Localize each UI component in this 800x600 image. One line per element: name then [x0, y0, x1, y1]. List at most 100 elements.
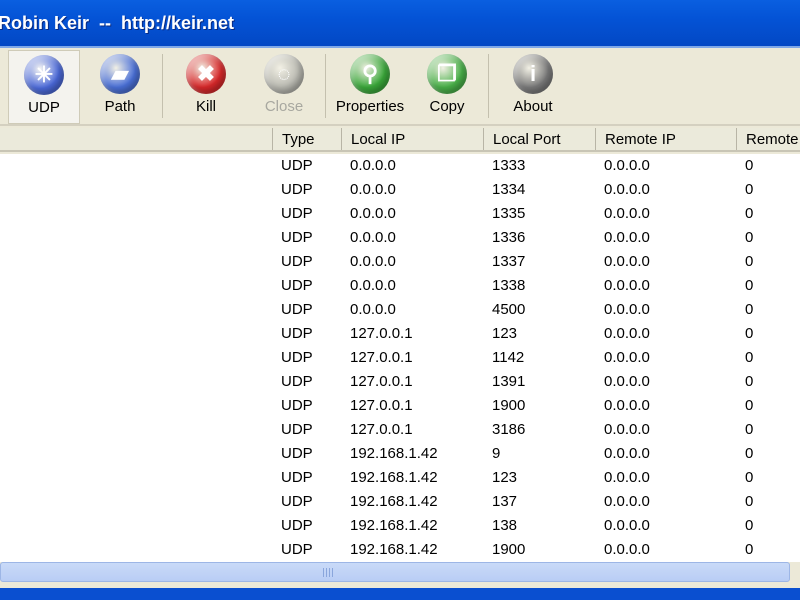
- cell-remote: 0: [745, 181, 754, 198]
- header-remote[interactable]: Remote: [736, 128, 800, 150]
- title-bar: Robin Keir -- http://keir.net: [0, 0, 800, 48]
- cell-type: UDP: [281, 205, 313, 222]
- cell-remote-ip: 0.0.0.0: [604, 181, 650, 198]
- cell-local-port: 1337: [492, 253, 526, 270]
- cell-local-ip: 127.0.0.1: [350, 325, 413, 342]
- folder-icon: ▰: [100, 54, 140, 94]
- table-row[interactable]: UDP 0.0.0.0 1338 0.0.0.0 0: [0, 274, 800, 298]
- cell-local-ip: 0.0.0.0: [350, 229, 396, 246]
- kill-x-icon: ✖: [186, 54, 226, 94]
- cell-remote-ip: 0.0.0.0: [604, 469, 650, 486]
- header-type[interactable]: Type: [272, 128, 341, 150]
- table-row[interactable]: UDP 192.168.1.42 138 0.0.0.0 0: [0, 514, 800, 538]
- cell-local-port: 123: [492, 469, 518, 486]
- cell-type: UDP: [281, 397, 313, 414]
- cell-remote: 0: [745, 325, 754, 342]
- table-row[interactable]: UDP 192.168.1.42 137 0.0.0.0 0: [0, 490, 800, 514]
- table-row[interactable]: UDP 0.0.0.0 1334 0.0.0.0 0: [0, 178, 800, 202]
- cell-remote: 0: [745, 373, 754, 390]
- cell-local-port: 1142: [492, 349, 525, 366]
- button-label: UDP: [28, 99, 60, 116]
- taskbar-edge: [0, 588, 800, 600]
- cell-type: UDP: [281, 229, 313, 246]
- cell-type: UDP: [281, 493, 313, 510]
- cell-type: UDP: [281, 445, 313, 462]
- cell-local-port: 1900: [492, 541, 526, 558]
- scroll-grip[interactable]: [323, 568, 335, 577]
- cell-remote-ip: 0.0.0.0: [604, 253, 650, 270]
- cell-remote-ip: 0.0.0.0: [604, 349, 650, 366]
- column-header: Type Local IP Local Port Remote IP Remote: [0, 128, 800, 152]
- cell-remote: 0: [745, 253, 754, 270]
- toolbar-separator: [325, 54, 326, 118]
- cell-remote-ip: 0.0.0.0: [604, 445, 650, 462]
- cell-remote-ip: 0.0.0.0: [604, 301, 650, 318]
- header-process[interactable]: [0, 128, 272, 150]
- cell-remote-ip: 0.0.0.0: [604, 397, 650, 414]
- cell-remote: 0: [745, 229, 754, 246]
- udp-button[interactable]: ✳ UDP: [8, 50, 80, 124]
- cell-local-port: 1900: [492, 397, 526, 414]
- table-row[interactable]: UDP 192.168.1.42 123 0.0.0.0 0: [0, 466, 800, 490]
- table-row[interactable]: UDP 127.0.0.1 1900 0.0.0.0 0: [0, 394, 800, 418]
- table-row[interactable]: UDP 127.0.0.1 1391 0.0.0.0 0: [0, 370, 800, 394]
- header-local-ip[interactable]: Local IP: [341, 128, 483, 150]
- header-remote-ip[interactable]: Remote IP: [595, 128, 736, 150]
- cell-remote: 0: [745, 397, 754, 414]
- cell-remote-ip: 0.0.0.0: [604, 205, 650, 222]
- cell-local-ip: 0.0.0.0: [350, 181, 396, 198]
- cell-local-port: 123: [492, 325, 518, 342]
- cell-local-port: 4500: [492, 301, 526, 318]
- close-power-icon: ◌: [264, 54, 304, 94]
- table-row[interactable]: UDP 127.0.0.1 3186 0.0.0.0 0: [0, 418, 800, 442]
- about-button[interactable]: i About: [497, 50, 569, 124]
- table-row[interactable]: UDP 0.0.0.0 1336 0.0.0.0 0: [0, 226, 800, 250]
- button-label: Properties: [335, 98, 405, 115]
- table-row[interactable]: UDP 0.0.0.0 4500 0.0.0.0 0: [0, 298, 800, 322]
- cell-local-ip: 127.0.0.1: [350, 397, 413, 414]
- cell-remote: 0: [745, 205, 754, 222]
- cell-remote-ip: 0.0.0.0: [604, 277, 650, 294]
- horizontal-scrollbar[interactable]: [0, 562, 790, 582]
- cell-local-ip: 0.0.0.0: [350, 301, 396, 318]
- toolbar: ✳ UDP ▰ Path ✖ Kill ◌ Close ⚲ Properties ❐ Copy i Abo…: [0, 50, 800, 126]
- cell-local-ip: 0.0.0.0: [350, 157, 396, 174]
- cell-remote-ip: 0.0.0.0: [604, 421, 650, 438]
- properties-button[interactable]: ⚲ Properties: [330, 50, 410, 124]
- cell-local-ip: 0.0.0.0: [350, 205, 396, 222]
- cell-remote-ip: 0.0.0.0: [604, 157, 650, 174]
- cell-local-ip: 0.0.0.0: [350, 277, 396, 294]
- cell-local-ip: 192.168.1.42: [350, 469, 438, 486]
- path-button[interactable]: ▰ Path: [85, 50, 155, 124]
- table-row[interactable]: UDP 0.0.0.0 1333 0.0.0.0 0: [0, 154, 800, 178]
- table-row[interactable]: UDP 192.168.1.42 1900 0.0.0.0 0: [0, 538, 800, 562]
- cell-remote-ip: 0.0.0.0: [604, 229, 650, 246]
- close-button[interactable]: ◌ Close: [248, 50, 320, 124]
- cell-remote-ip: 0.0.0.0: [604, 325, 650, 342]
- cell-type: UDP: [281, 277, 313, 294]
- cell-local-ip: 192.168.1.42: [350, 541, 438, 558]
- cell-remote: 0: [745, 445, 754, 462]
- cell-local-port: 138: [492, 517, 518, 534]
- cell-remote: 0: [745, 421, 754, 438]
- header-local-port[interactable]: Local Port: [483, 128, 595, 150]
- button-label: About: [513, 98, 553, 115]
- cell-type: UDP: [281, 469, 313, 486]
- cell-local-ip: 192.168.1.42: [350, 445, 438, 462]
- table-row[interactable]: UDP 192.168.1.42 9 0.0.0.0 0: [0, 442, 800, 466]
- cell-local-port: 1335: [492, 205, 526, 222]
- cell-local-ip: 127.0.0.1: [350, 421, 413, 438]
- table-row[interactable]: UDP 0.0.0.0 1335 0.0.0.0 0: [0, 202, 800, 226]
- table-row[interactable]: UDP 0.0.0.0 1337 0.0.0.0 0: [0, 250, 800, 274]
- cell-remote: 0: [745, 349, 754, 366]
- cell-local-ip: 192.168.1.42: [350, 517, 438, 534]
- cell-remote-ip: 0.0.0.0: [604, 373, 650, 390]
- cell-remote: 0: [745, 493, 754, 510]
- kill-button[interactable]: ✖ Kill: [170, 50, 242, 124]
- cell-remote-ip: 0.0.0.0: [604, 541, 650, 558]
- table-row[interactable]: UDP 127.0.0.1 123 0.0.0.0 0: [0, 322, 800, 346]
- cell-type: UDP: [281, 253, 313, 270]
- copy-button[interactable]: ❐ Copy: [416, 50, 478, 124]
- table-row[interactable]: UDP 127.0.0.1 1142 0.0.0.0 0: [0, 346, 800, 370]
- cell-type: UDP: [281, 373, 313, 390]
